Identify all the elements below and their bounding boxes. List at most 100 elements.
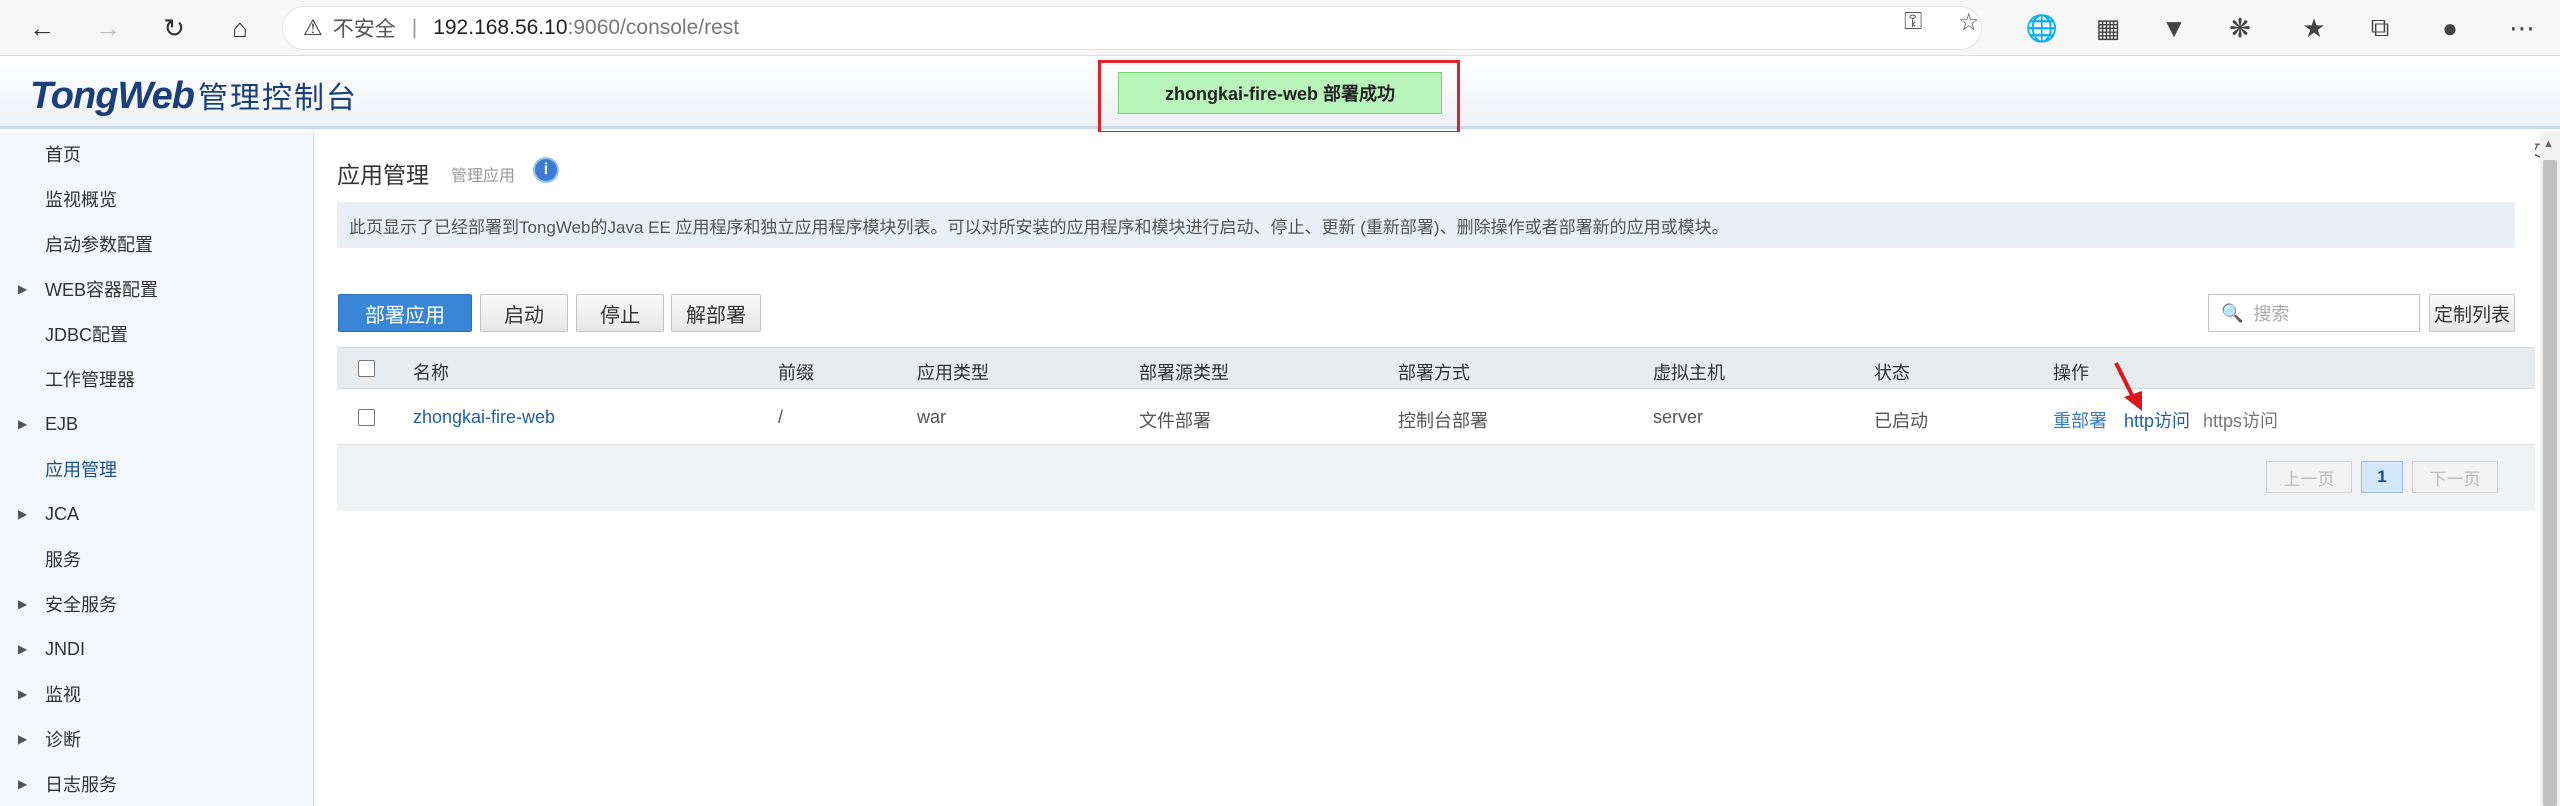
undeploy-button[interactable]: 解部署 — [671, 294, 761, 332]
col-deploy-method[interactable]: 部署方式 — [1398, 359, 1470, 385]
reload-icon[interactable]: ↻ — [154, 8, 194, 48]
sidebar-item-label: 监视概览 — [45, 190, 117, 210]
sidebar-item-label: 安全服务 — [45, 595, 117, 615]
search-input[interactable]: 🔍 搜索 — [2208, 294, 2420, 332]
sidebar-item-label: JDBC配置 — [45, 325, 129, 345]
insecure-label: 不安全 — [332, 18, 396, 41]
deploy-button[interactable]: 部署应用 — [338, 294, 472, 332]
sidebar-item-label: 监视 — [45, 685, 81, 705]
sidebar-item[interactable]: JDBC配置 — [0, 314, 314, 354]
sidebar-item-label: 诊断 — [45, 730, 81, 750]
sidebar-item[interactable]: ▶ 诊断 — [0, 719, 314, 759]
table-header: 名称 前缀 应用类型 部署源类型 部署方式 虚拟主机 状态 操作 — [337, 347, 2535, 389]
app-virtual-host: server — [1653, 407, 1704, 427]
sidebar-item[interactable]: ▶ EJB — [0, 404, 314, 444]
browser-toolbar: ← → ↻ ⌂ ⚠ 不安全 | 192.168.56.10 :9060/cons… — [0, 0, 2560, 56]
next-page-button[interactable]: 下一页 — [2412, 461, 2498, 493]
app-status: 已启动 — [1874, 411, 1928, 431]
page-description: 此页显示了已经部署到TongWeb的Java EE 应用程序和独立应用程序模块列… — [337, 202, 2515, 248]
search-placeholder: 搜索 — [2253, 304, 2290, 324]
sidebar-item-label: 日志服务 — [45, 775, 117, 795]
deploy-success-notice: zhongkai-fire-web 部署成功 — [1118, 72, 1442, 114]
page-1-button[interactable]: 1 — [2361, 461, 2403, 493]
page-title: 应用管理 — [337, 162, 429, 188]
sidebar-item-label: 工作管理器 — [45, 370, 135, 390]
collections-icon[interactable]: ⧉ — [2362, 10, 2398, 46]
col-status[interactable]: 状态 — [1874, 359, 1910, 385]
sidebar-item[interactable]: ▶ 日志服务 — [0, 764, 314, 804]
url-host: 192.168.56.10 — [433, 16, 568, 39]
home-icon[interactable]: ⌂ — [220, 8, 260, 48]
col-name[interactable]: 名称 — [413, 359, 449, 385]
logo-cn-text: 管理控制台 — [197, 82, 358, 115]
sidebar-item[interactable]: ▶ WEB容器配置 — [0, 269, 314, 309]
tongweb-logo: TongWeb 管理控制台 — [30, 73, 358, 118]
warning-icon[interactable]: ⚠ — [303, 15, 323, 41]
sidebar-item[interactable]: ▶ 监视 — [0, 674, 314, 714]
sidebar-item[interactable]: 应用管理 — [0, 449, 314, 489]
col-app-type[interactable]: 应用类型 — [917, 359, 989, 385]
extensions-icon[interactable]: ❋ — [2222, 10, 2258, 46]
row-checkbox[interactable] — [358, 409, 375, 426]
red-arrow-annotation — [2114, 362, 2142, 411]
scrollbar-thumb[interactable] — [2543, 160, 2557, 806]
back-icon[interactable]: ← — [22, 8, 62, 48]
col-prefix[interactable]: 前缀 — [778, 359, 814, 385]
key-icon[interactable]: ⚿ — [1904, 8, 1922, 36]
address-separator: | — [411, 16, 418, 39]
expand-arrow-icon[interactable]: ▶ — [18, 777, 27, 791]
stop-button[interactable]: 停止 — [576, 294, 664, 332]
search-icon: 🔍 — [2221, 302, 2244, 323]
prev-page-button[interactable]: 上一页 — [2266, 461, 2352, 493]
extension-v-icon[interactable]: ▼ — [2156, 10, 2192, 46]
expand-arrow-icon[interactable]: ▶ — [18, 417, 27, 431]
sidebar-item[interactable]: 监视概览 — [0, 179, 314, 219]
sidebar-item[interactable]: ▶ JNDI — [0, 629, 314, 669]
sidebar-item[interactable]: 启动参数配置 — [0, 224, 314, 264]
logo-text: TongWeb — [30, 75, 195, 117]
extension-globe-icon[interactable]: 🌐 — [2024, 10, 2060, 46]
col-actions: 操作 — [2053, 363, 2089, 383]
main-content: 应用管理 管理应用 i 此页显示了已经部署到TongWeb的Java EE 应用… — [315, 132, 2535, 806]
expand-arrow-icon[interactable]: ▶ — [18, 732, 27, 746]
more-menu-icon[interactable]: ⋯ — [2504, 10, 2540, 46]
sidebar-item[interactable]: ▶ 安全服务 — [0, 584, 314, 624]
customize-list-button[interactable]: 定制列表 — [2429, 294, 2515, 332]
sidebar-item[interactable]: 工作管理器 — [0, 359, 314, 399]
col-source-type[interactable]: 部署源类型 — [1139, 359, 1229, 385]
table-row: zhongkai-fire-web / war 文件部署 控制台部署 serve… — [337, 389, 2535, 445]
app-type: war — [917, 407, 947, 427]
sidebar-item-label: EJB — [45, 413, 79, 434]
forward-icon[interactable]: → — [88, 8, 128, 48]
extension-apps-icon[interactable]: ▦ — [2090, 10, 2126, 46]
info-icon[interactable]: i — [533, 157, 559, 183]
pagination: 上一页 1 下一页 — [337, 445, 2535, 511]
app-source-type: 文件部署 — [1139, 411, 1211, 431]
select-all-checkbox[interactable] — [358, 360, 375, 377]
sidebar-item-label: JNDI — [45, 638, 85, 659]
profile-avatar[interactable]: ● — [2432, 10, 2468, 46]
col-virtual-host[interactable]: 虚拟主机 — [1653, 359, 1725, 385]
redeploy-link[interactable]: 重部署 — [2053, 407, 2107, 433]
sidebar-item[interactable]: 服务 — [0, 539, 314, 579]
sidebar-item-label: 首页 — [45, 145, 81, 165]
https-access-link[interactable]: https访问 — [2203, 407, 2278, 433]
scroll-up-icon[interactable]: ▲ — [2543, 138, 2554, 150]
expand-arrow-icon[interactable]: ▶ — [18, 282, 27, 296]
sidebar-item[interactable]: ▶ JCA — [0, 494, 314, 534]
expand-arrow-icon[interactable]: ▶ — [18, 687, 27, 701]
sidebar-item-label: JCA — [45, 503, 80, 524]
favorites-icon[interactable]: ★ — [2296, 10, 2332, 46]
sidebar-item[interactable]: 首页 — [0, 134, 314, 174]
sidebar-item-label: 启动参数配置 — [45, 235, 153, 255]
sidebar-item-label: 服务 — [45, 550, 81, 570]
start-button[interactable]: 启动 — [480, 294, 568, 332]
expand-arrow-icon[interactable]: ▶ — [18, 642, 27, 656]
sidebar-item-label: WEB容器配置 — [45, 280, 159, 300]
favorite-add-icon[interactable]: ☆ — [1958, 8, 1980, 37]
expand-arrow-icon[interactable]: ▶ — [18, 507, 27, 521]
app-name-link[interactable]: zhongkai-fire-web — [413, 407, 555, 428]
expand-arrow-icon[interactable]: ▶ — [18, 597, 27, 611]
app-prefix: / — [778, 407, 784, 427]
address-bar[interactable]: ⚠ 不安全 | 192.168.56.10 :9060/console/rest — [282, 6, 1982, 50]
